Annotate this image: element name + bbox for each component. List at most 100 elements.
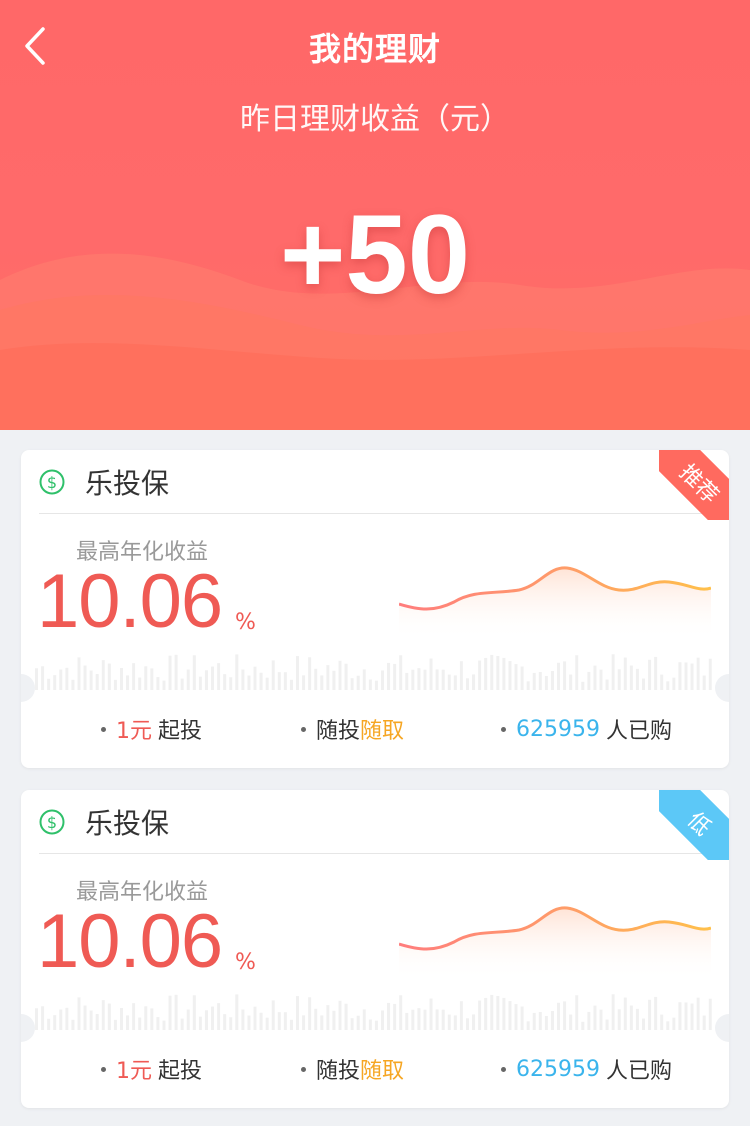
decorative-bar — [356, 1015, 360, 1030]
decorative-bar — [77, 657, 81, 690]
decorative-bar — [465, 678, 469, 690]
bullet-dot — [501, 1066, 506, 1072]
ticket-notch — [21, 674, 35, 702]
decorative-bar — [581, 1021, 585, 1030]
decorative-bar — [344, 663, 348, 690]
decorative-bar — [247, 675, 251, 690]
decorative-bar — [223, 674, 227, 690]
decorative-bar — [65, 1007, 69, 1030]
decorative-bar — [217, 1003, 221, 1030]
decorative-bar — [575, 995, 579, 1030]
svg-text:$: $ — [47, 813, 57, 832]
decorative-bar — [53, 1015, 57, 1030]
decorative-bar — [47, 678, 51, 690]
badge-label: 推荐 — [659, 450, 729, 520]
decorative-bar — [180, 1018, 184, 1030]
decorative-bar — [666, 1021, 670, 1030]
decorative-bar — [623, 997, 627, 1030]
decorative-bar — [265, 677, 269, 690]
decorative-bar — [162, 1020, 166, 1030]
decorative-bar — [126, 1015, 130, 1030]
dollar-coin-icon: $ — [39, 469, 65, 494]
decorative-bar — [259, 672, 263, 690]
decorative-bar — [253, 666, 257, 690]
decorative-bar — [526, 681, 530, 690]
decorative-bar — [411, 669, 415, 690]
decorative-bar — [550, 1010, 554, 1030]
product-card[interactable]: $ 乐投保 推荐 最高年化收益 10.06 % 1元 起投 随投 随取 6259… — [21, 450, 729, 768]
ticket-notch — [715, 1014, 729, 1042]
decorative-bar — [708, 658, 712, 690]
decorative-bar — [520, 666, 524, 690]
feature-flexible: 随投 随取 — [301, 1052, 404, 1086]
decorative-bar — [447, 1014, 451, 1030]
decorative-bar — [611, 654, 615, 690]
decorative-bar — [192, 655, 196, 690]
decorative-bar — [702, 1015, 706, 1030]
decorative-bar — [690, 1003, 694, 1030]
decorative-bar — [150, 668, 154, 690]
rate-value: 10.06 — [37, 559, 223, 644]
decorative-bar — [617, 669, 621, 690]
decorative-bar — [132, 663, 136, 690]
decorative-bar — [302, 1015, 306, 1030]
decorative-bar — [569, 674, 573, 690]
decorative-bar — [393, 663, 397, 690]
decorative-bar — [65, 667, 69, 690]
product-name: 乐投保 — [85, 806, 170, 840]
decorative-bar — [271, 1000, 275, 1030]
decorative-bar — [259, 1012, 263, 1030]
decorative-bar — [77, 997, 81, 1030]
decorative-bar — [532, 672, 536, 690]
decorative-bar — [453, 1015, 457, 1030]
decorative-bar — [429, 998, 433, 1030]
decorative-bar — [447, 674, 451, 690]
bullet-dot — [101, 1066, 106, 1072]
decorative-bar — [308, 657, 312, 690]
decorative-bar — [441, 1009, 445, 1030]
decorative-bar — [405, 672, 409, 690]
decorative-bar — [635, 1008, 639, 1030]
decorative-bar — [101, 660, 105, 690]
decorative-bar — [484, 657, 488, 690]
rate-unit: % — [235, 610, 256, 635]
decorative-bar — [296, 656, 300, 690]
dollar-coin-icon: $ — [39, 809, 65, 834]
decorative-bar — [557, 1002, 561, 1030]
decorative-bar — [623, 657, 627, 690]
decorative-bar — [678, 662, 682, 690]
decorative-bars — [35, 654, 712, 690]
min-text: 起投 — [158, 719, 203, 744]
decorative-bar — [672, 677, 676, 690]
decorative-bar — [496, 656, 500, 690]
decorative-bar — [168, 995, 172, 1030]
decorative-bar — [690, 663, 694, 690]
decorative-bar — [660, 1014, 664, 1030]
decorative-bar — [629, 1005, 633, 1030]
bullet-dot — [301, 1066, 306, 1072]
decorative-bar — [326, 665, 330, 690]
decorative-bar — [387, 1002, 391, 1030]
decorative-bar — [654, 656, 658, 690]
decorative-bar — [465, 1018, 469, 1030]
decorative-bar — [53, 675, 57, 690]
decorative-bar — [514, 1004, 518, 1030]
decorative-bar — [684, 662, 688, 690]
decorative-bar — [332, 1010, 336, 1030]
decorative-bar — [399, 995, 403, 1030]
decorative-bar — [156, 677, 160, 690]
decorative-bar — [320, 675, 324, 690]
decorative-bar — [520, 1006, 524, 1030]
decorative-bar — [532, 1012, 536, 1030]
decorative-bar — [113, 1019, 117, 1030]
decorative-bar — [672, 1017, 676, 1030]
min-amount: 1元 — [116, 1059, 152, 1084]
product-card[interactable]: $ 乐投保 低 最高年化收益 10.06 % 1元 起投 随投 随取 62595… — [21, 790, 729, 1108]
decorative-bar — [150, 1008, 154, 1030]
decorative-bar — [174, 994, 178, 1030]
decorative-bar — [326, 1005, 330, 1030]
decorative-bar — [538, 671, 542, 690]
decorative-bar — [71, 1019, 75, 1030]
yield-trend-sparkline — [399, 566, 711, 640]
decorative-bar — [490, 654, 494, 690]
